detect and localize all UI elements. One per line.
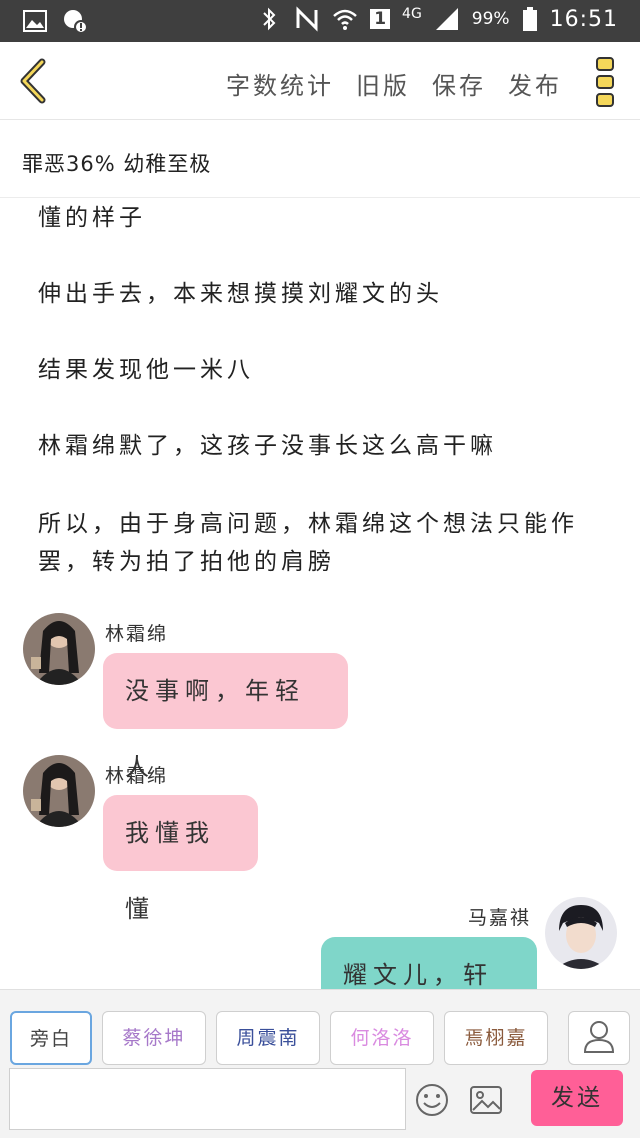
avatar[interactable]: [545, 897, 617, 969]
input-bar: 旁白 蔡徐坤 周震南 何洛洛 焉栩嘉 发送: [0, 989, 640, 1138]
save-button[interactable]: 保存: [432, 66, 486, 101]
gallery-icon: [23, 10, 47, 32]
role-chip[interactable]: 蔡徐坤: [102, 1011, 206, 1065]
message-input[interactable]: [9, 1068, 406, 1130]
send-button[interactable]: 发送: [531, 1070, 623, 1126]
wifi-icon: [333, 9, 358, 30]
person-icon: [583, 1021, 615, 1053]
role-label: 何洛洛: [350, 1027, 414, 1049]
message-bubble[interactable]: 耀文儿，轩儿: [321, 937, 537, 989]
chapter-header: 罪恶36% 幼稚至极: [0, 120, 640, 198]
paragraph: 林霜绵默了，这孩子没事长这么高干嘛: [38, 433, 497, 459]
paragraph: 懂的样子: [38, 205, 146, 231]
editor-toolbar: 字数统计 旧版 保存 发布: [0, 42, 640, 120]
signal-icon: [435, 8, 458, 30]
speaker-name: 林霜绵: [105, 765, 169, 787]
notification-alert-icon: [64, 10, 88, 34]
role-selector: 旁白 蔡徐坤 周震南 何洛洛 焉栩嘉: [10, 1011, 548, 1065]
editor-screen: 1 4G 99% 16:51 字数统计 旧版 保存 发布 罪恶36% 幼稚至极: [0, 0, 640, 1138]
clock: 16:51: [549, 6, 618, 32]
message-bubble[interactable]: 我懂我懂: [103, 795, 258, 923]
status-bar: 1 4G 99% 16:51: [0, 0, 640, 42]
role-label: 焉栩嘉: [464, 1027, 528, 1049]
message-bubble[interactable]: 没事啊，年轻人: [103, 653, 348, 781]
avatar[interactable]: [23, 613, 95, 685]
paragraph: 所以，由于身高问题，林霜绵这个想法只能作罢，转为拍了拍他的肩膀: [38, 511, 578, 575]
toolbar-actions: 字数统计 旧版 保存 发布: [226, 66, 562, 101]
role-label: 旁白: [29, 1028, 72, 1050]
old-version-button[interactable]: 旧版: [356, 66, 410, 101]
avatar[interactable]: [23, 755, 95, 827]
more-menu-icon[interactable]: [594, 56, 616, 108]
chapter-title[interactable]: 罪恶36% 幼稚至极: [22, 148, 211, 178]
battery-percent: 99%: [471, 9, 510, 29]
role-label: 蔡徐坤: [122, 1027, 186, 1049]
back-arrow-icon[interactable]: [14, 56, 54, 106]
role-label: 周震南: [236, 1027, 300, 1049]
paragraph: 伸出手去，本来想摸摸刘耀文的头: [38, 281, 443, 307]
speaker-name: 马嘉祺: [468, 907, 532, 929]
add-role-button[interactable]: [568, 1011, 630, 1065]
word-count-button[interactable]: 字数统计: [226, 66, 334, 101]
role-chip[interactable]: 何洛洛: [330, 1011, 434, 1065]
role-chip-narrator[interactable]: 旁白: [10, 1011, 92, 1065]
battery-icon: [522, 7, 537, 31]
nfc-icon: [296, 6, 318, 32]
sim-indicator: 1: [370, 9, 391, 29]
network-type: 4G: [402, 6, 422, 22]
speaker-name: 林霜绵: [105, 623, 169, 645]
emoji-icon[interactable]: [414, 1082, 450, 1118]
role-chip[interactable]: 周震南: [216, 1011, 320, 1065]
image-icon[interactable]: [468, 1082, 504, 1118]
paragraph: 结果发现他一米八: [38, 357, 254, 383]
role-chip[interactable]: 焉栩嘉: [444, 1011, 548, 1065]
bluetooth-icon: [263, 7, 276, 31]
story-content[interactable]: 懂的样子 伸出手去，本来想摸摸刘耀文的头 结果发现他一米八 林霜绵默了，这孩子没…: [0, 199, 640, 989]
publish-button[interactable]: 发布: [508, 66, 562, 101]
